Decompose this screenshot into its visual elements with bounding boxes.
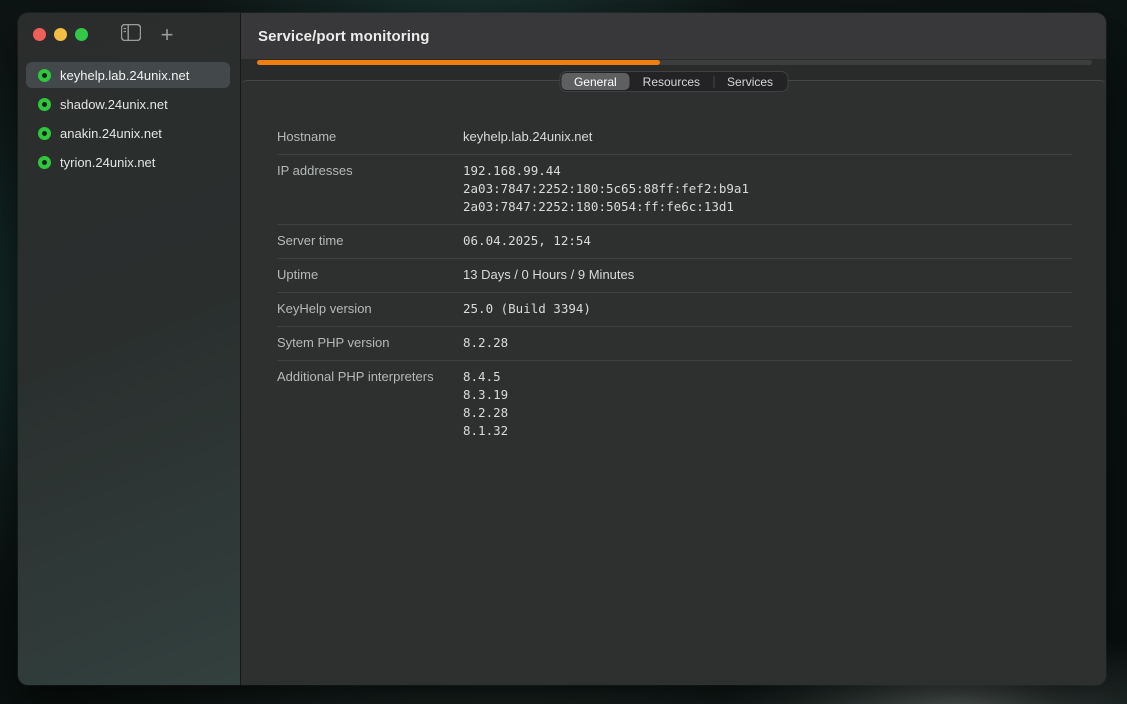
progress-fill [257, 60, 660, 65]
detail-row-server-time: Server time 06.04.2025, 12:54 [277, 225, 1072, 259]
status-online-icon [38, 69, 51, 82]
status-online-icon [38, 127, 51, 140]
details-table: Hostname keyhelp.lab.24unix.net IP addre… [277, 121, 1072, 448]
server-name: keyhelp.lab.24unix.net [60, 68, 189, 83]
detail-label: IP addresses [277, 162, 463, 216]
close-button[interactable] [33, 28, 46, 41]
server-name: anakin.24unix.net [60, 126, 162, 141]
server-item-shadow[interactable]: shadow.24unix.net [26, 91, 230, 117]
detail-value: 06.04.2025, 12:54 [463, 232, 591, 250]
detail-value: 192.168.99.44 2a03:7847:2252:180:5c65:88… [463, 162, 749, 216]
toggle-sidebar-button[interactable] [121, 24, 141, 46]
detail-label: KeyHelp version [277, 300, 463, 318]
detail-label: Uptime [277, 266, 463, 284]
detail-value: 25.0 (Build 3394) [463, 300, 591, 318]
page-title: Service/port monitoring [258, 28, 430, 45]
detail-row-ip-addresses: IP addresses 192.168.99.44 2a03:7847:225… [277, 155, 1072, 225]
detail-label: Hostname [277, 128, 463, 146]
detail-label: Sytem PHP version [277, 334, 463, 352]
tab-resources[interactable]: Resources [630, 73, 713, 90]
titlebar: Service/port monitoring [241, 13, 1106, 59]
tab-general[interactable]: General [561, 73, 630, 90]
detail-row-uptime: Uptime 13 Days / 0 Hours / 9 Minutes [277, 259, 1072, 293]
server-list: keyhelp.lab.24unix.net shadow.24unix.net… [18, 62, 240, 178]
server-item-tyrion[interactable]: tyrion.24unix.net [26, 149, 230, 175]
server-item-keyhelp[interactable]: keyhelp.lab.24unix.net [26, 62, 230, 88]
sidebar-toolbar: + [18, 13, 240, 41]
detail-value: 13 Days / 0 Hours / 9 Minutes [463, 266, 634, 284]
main-pane: Service/port monitoring General Resource… [241, 13, 1106, 685]
detail-value: keyhelp.lab.24unix.net [463, 128, 592, 146]
plus-icon: + [161, 22, 174, 47]
tab-bar: General Resources Services [559, 71, 788, 92]
add-server-button[interactable]: + [158, 28, 176, 42]
detail-row-hostname: Hostname keyhelp.lab.24unix.net [277, 121, 1072, 155]
sidebar-toggle-icon [121, 24, 141, 46]
detail-value: 8.2.28 [463, 334, 508, 352]
detail-label: Additional PHP interpreters [277, 368, 463, 440]
progress-bar [257, 60, 1092, 65]
detail-label: Server time [277, 232, 463, 250]
app-window: + keyhelp.lab.24unix.net shadow.24unix.n… [18, 13, 1106, 685]
server-name: shadow.24unix.net [60, 97, 168, 112]
status-online-icon [38, 98, 51, 111]
detail-row-additional-php-interpreters: Additional PHP interpreters 8.4.5 8.3.19… [277, 361, 1072, 448]
server-item-anakin[interactable]: anakin.24unix.net [26, 120, 230, 146]
zoom-button[interactable] [75, 28, 88, 41]
sidebar: + keyhelp.lab.24unix.net shadow.24unix.n… [18, 13, 240, 685]
detail-row-system-php-version: Sytem PHP version 8.2.28 [277, 327, 1072, 361]
server-name: tyrion.24unix.net [60, 155, 155, 170]
tab-services[interactable]: Services [714, 73, 786, 90]
minimize-button[interactable] [54, 28, 67, 41]
status-online-icon [38, 156, 51, 169]
content-panel: General Resources Services Hostname keyh… [241, 80, 1106, 685]
detail-row-keyhelp-version: KeyHelp version 25.0 (Build 3394) [277, 293, 1072, 327]
detail-value: 8.4.5 8.3.19 8.2.28 8.1.32 [463, 368, 508, 440]
